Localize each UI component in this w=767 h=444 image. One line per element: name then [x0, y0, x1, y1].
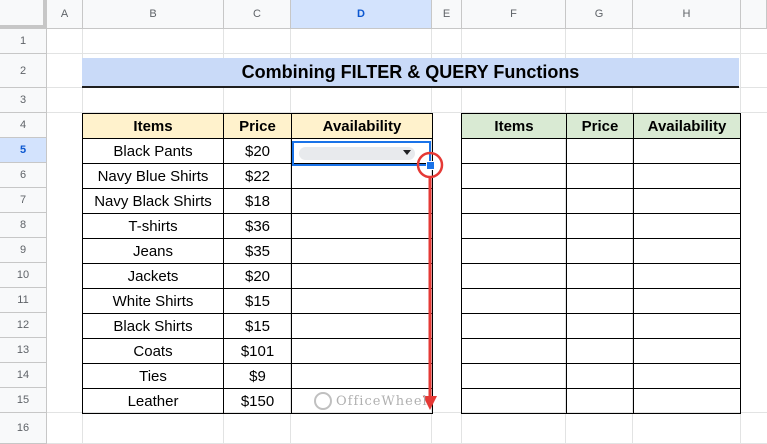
highlight-circle-icon — [416, 151, 444, 179]
spreadsheet: A B C D E F G H 1 2 3 4 5 6 7 8 9 10 11 … — [0, 0, 767, 444]
watermark-text: OfficeWheel — [336, 393, 428, 409]
watermark: OfficeWheel — [314, 392, 428, 410]
drag-annotation — [416, 151, 444, 410]
officewheel-logo-icon — [314, 392, 332, 410]
